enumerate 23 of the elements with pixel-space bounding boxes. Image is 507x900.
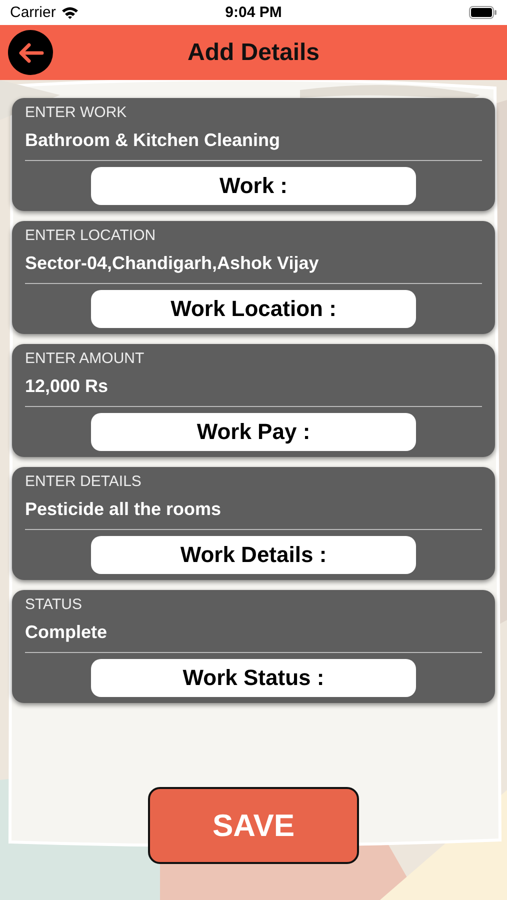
battery-icon xyxy=(469,6,497,19)
back-arrow-icon xyxy=(18,42,44,62)
field-caption: Work Location : xyxy=(91,290,416,328)
field-label: ENTER AMOUNT xyxy=(25,350,146,368)
back-button[interactable] xyxy=(8,30,53,75)
page-title: Add Details xyxy=(186,38,321,66)
field-caption: Work Pay : xyxy=(91,413,416,451)
field-label: STATUS xyxy=(25,596,83,614)
save-button[interactable]: SAVE xyxy=(148,787,359,864)
field-caption: Work Status : xyxy=(91,659,416,697)
field-label: ENTER WORK xyxy=(25,104,128,122)
field-label: ENTER DETAILS xyxy=(25,473,142,491)
field-caption: Work : xyxy=(91,167,416,205)
input-field[interactable]: 12,000 Rs xyxy=(25,368,482,407)
input-field[interactable]: Bathroom & Kitchen Cleaning xyxy=(25,122,482,161)
field-caption: Work Details : xyxy=(91,536,416,574)
input-field[interactable]: Pesticide all the rooms xyxy=(25,491,482,530)
carrier-label: Carrier xyxy=(10,4,56,21)
field-label: ENTER LOCATION xyxy=(25,227,157,245)
input-field[interactable]: Complete xyxy=(25,614,482,653)
wifi-icon xyxy=(60,6,79,19)
status-time: 9:04 PM xyxy=(225,4,282,21)
input-field[interactable]: Sector-04,Chandigarh,Ashok Vijay xyxy=(25,245,482,284)
